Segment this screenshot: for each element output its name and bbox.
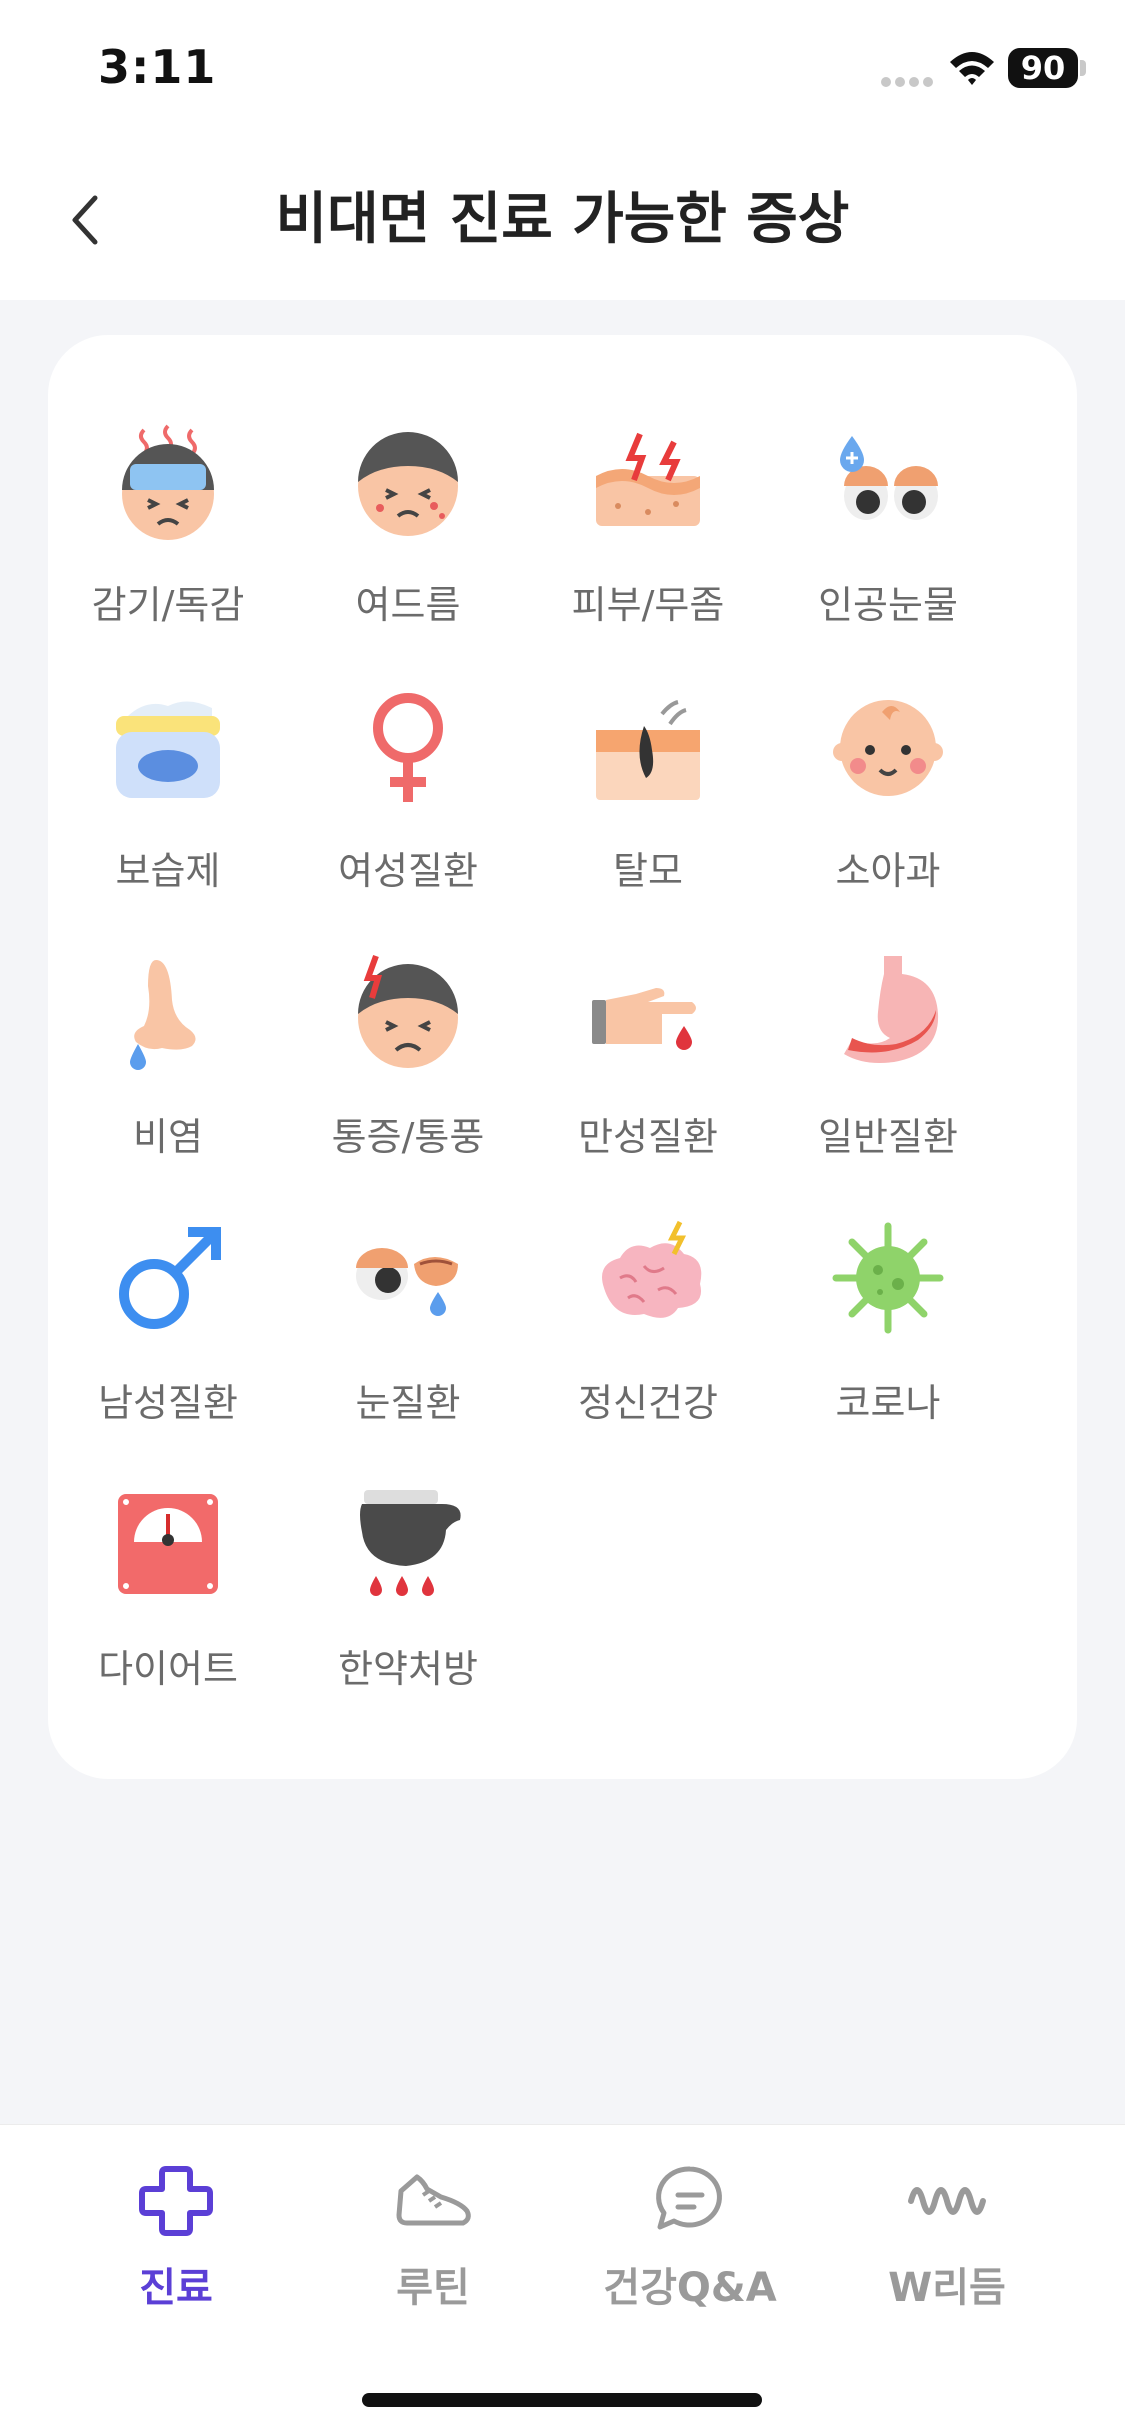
- symptom-label: 탈모: [613, 849, 683, 893]
- tab-health-qa[interactable]: 건강Q&A: [560, 2161, 820, 2331]
- symptom-male[interactable]: 남성질환: [48, 1218, 288, 1448]
- wave-icon: [908, 2187, 986, 2215]
- symptom-covid[interactable]: 코로나: [768, 1218, 1008, 1448]
- tab-w-rhythm[interactable]: W리듬: [817, 2161, 1077, 2331]
- medical-cross-icon: [139, 2166, 213, 2236]
- symptom-rhinitis[interactable]: 비염: [48, 952, 288, 1182]
- symptom-skin[interactable]: 피부/무좀: [528, 420, 768, 650]
- symptom-cold[interactable]: 감기/독감: [48, 420, 288, 650]
- symptom-eye-drops[interactable]: 인공눈물: [768, 420, 1008, 650]
- finger-blood-test-icon: [592, 988, 696, 1050]
- symptom-label: 정신건강: [578, 1381, 718, 1425]
- status-bar: 3:11 90: [0, 0, 1125, 140]
- eye-drop-icon: [840, 436, 938, 520]
- brain-icon: [602, 1220, 702, 1318]
- battery-cap: [1080, 60, 1086, 76]
- sneaker-icon: [396, 2174, 471, 2226]
- symptom-label: 소아과: [835, 849, 941, 893]
- symptom-label: 인공눈물: [818, 583, 958, 627]
- skin-icon: [596, 432, 700, 526]
- symptom-general[interactable]: 일반질환: [768, 952, 1008, 1182]
- tab-label: 진료: [139, 2265, 213, 2311]
- symptom-label: 한약처방: [338, 1647, 478, 1691]
- symptom-diet[interactable]: 다이어트: [48, 1484, 288, 1714]
- symptom-label: 일반질환: [818, 1115, 958, 1159]
- symptom-label: 통증/통풍: [331, 1115, 485, 1159]
- herbal-medicine-pot-icon: [360, 1490, 461, 1596]
- page-title: 비대면 진료 가능한 증상: [275, 187, 850, 252]
- virus-icon: [832, 1222, 944, 1334]
- symptom-label: 피부/무좀: [571, 583, 725, 627]
- symptom-label: 코로나: [835, 1381, 941, 1425]
- symptom-label: 눈질환: [355, 1381, 461, 1425]
- symptom-female[interactable]: 여성질환: [288, 686, 528, 916]
- symptom-label: 여드름: [355, 583, 461, 627]
- symptom-moisturizer[interactable]: 보습제: [48, 686, 288, 916]
- symptom-herbal-medicine[interactable]: 한약처방: [288, 1484, 528, 1714]
- battery-level: 90: [1008, 48, 1078, 88]
- symptom-pediatrics[interactable]: 소아과: [768, 686, 1008, 916]
- back-button[interactable]: [50, 180, 120, 260]
- tab-routine[interactable]: 루틴: [303, 2161, 563, 2331]
- eye-disease-icon: [356, 1248, 458, 1316]
- symptom-acne[interactable]: 여드름: [288, 420, 528, 650]
- hair-loss-icon: [596, 700, 700, 800]
- chevron-left-icon: [72, 195, 98, 245]
- tab-label: 루틴: [396, 2265, 470, 2311]
- symptom-label: 비염: [133, 1115, 203, 1159]
- symptom-label: 감기/독감: [91, 583, 245, 627]
- symptom-mental-health[interactable]: 정신건강: [528, 1218, 768, 1448]
- symptom-hair-loss[interactable]: 탈모: [528, 686, 768, 916]
- tab-label: W리듬: [888, 2265, 1006, 2311]
- moisturizer-jar-icon: [116, 701, 220, 798]
- acne-face-icon: [358, 432, 458, 536]
- runny-nose-icon: [130, 960, 196, 1070]
- symptom-label: 보습제: [115, 849, 221, 893]
- stomach-icon: [844, 956, 939, 1063]
- symptom-pain[interactable]: 통증/통풍: [288, 952, 528, 1182]
- symptom-chronic[interactable]: 만성질환: [528, 952, 768, 1182]
- tab-treatment[interactable]: 진료: [46, 2161, 306, 2331]
- status-time: 3:11: [98, 40, 217, 94]
- pain-face-icon: [358, 954, 458, 1068]
- baby-face-icon: [833, 700, 943, 796]
- chat-bubble-icon: [656, 2166, 722, 2230]
- cold-fever-face-icon: [122, 424, 214, 540]
- symptom-label: 여성질환: [338, 849, 478, 893]
- cellular-signal-icon: [881, 77, 933, 87]
- symptom-label: 남성질환: [98, 1381, 238, 1425]
- bottom-nav: 진료 루틴 건강Q&A W리듬: [0, 2124, 1125, 2436]
- female-symbol-icon: [373, 693, 443, 802]
- scale-icon: [118, 1494, 218, 1594]
- symptom-label: 다이어트: [98, 1647, 238, 1691]
- symptom-label: 만성질환: [578, 1115, 718, 1159]
- home-indicator[interactable]: [362, 2393, 762, 2407]
- symptom-eye-disease[interactable]: 눈질환: [288, 1218, 528, 1448]
- header: 비대면 진료 가능한 증상: [0, 140, 1125, 300]
- male-symbol-icon: [119, 1227, 221, 1329]
- wifi-icon: [950, 52, 994, 85]
- tab-label: 건강Q&A: [603, 2265, 777, 2311]
